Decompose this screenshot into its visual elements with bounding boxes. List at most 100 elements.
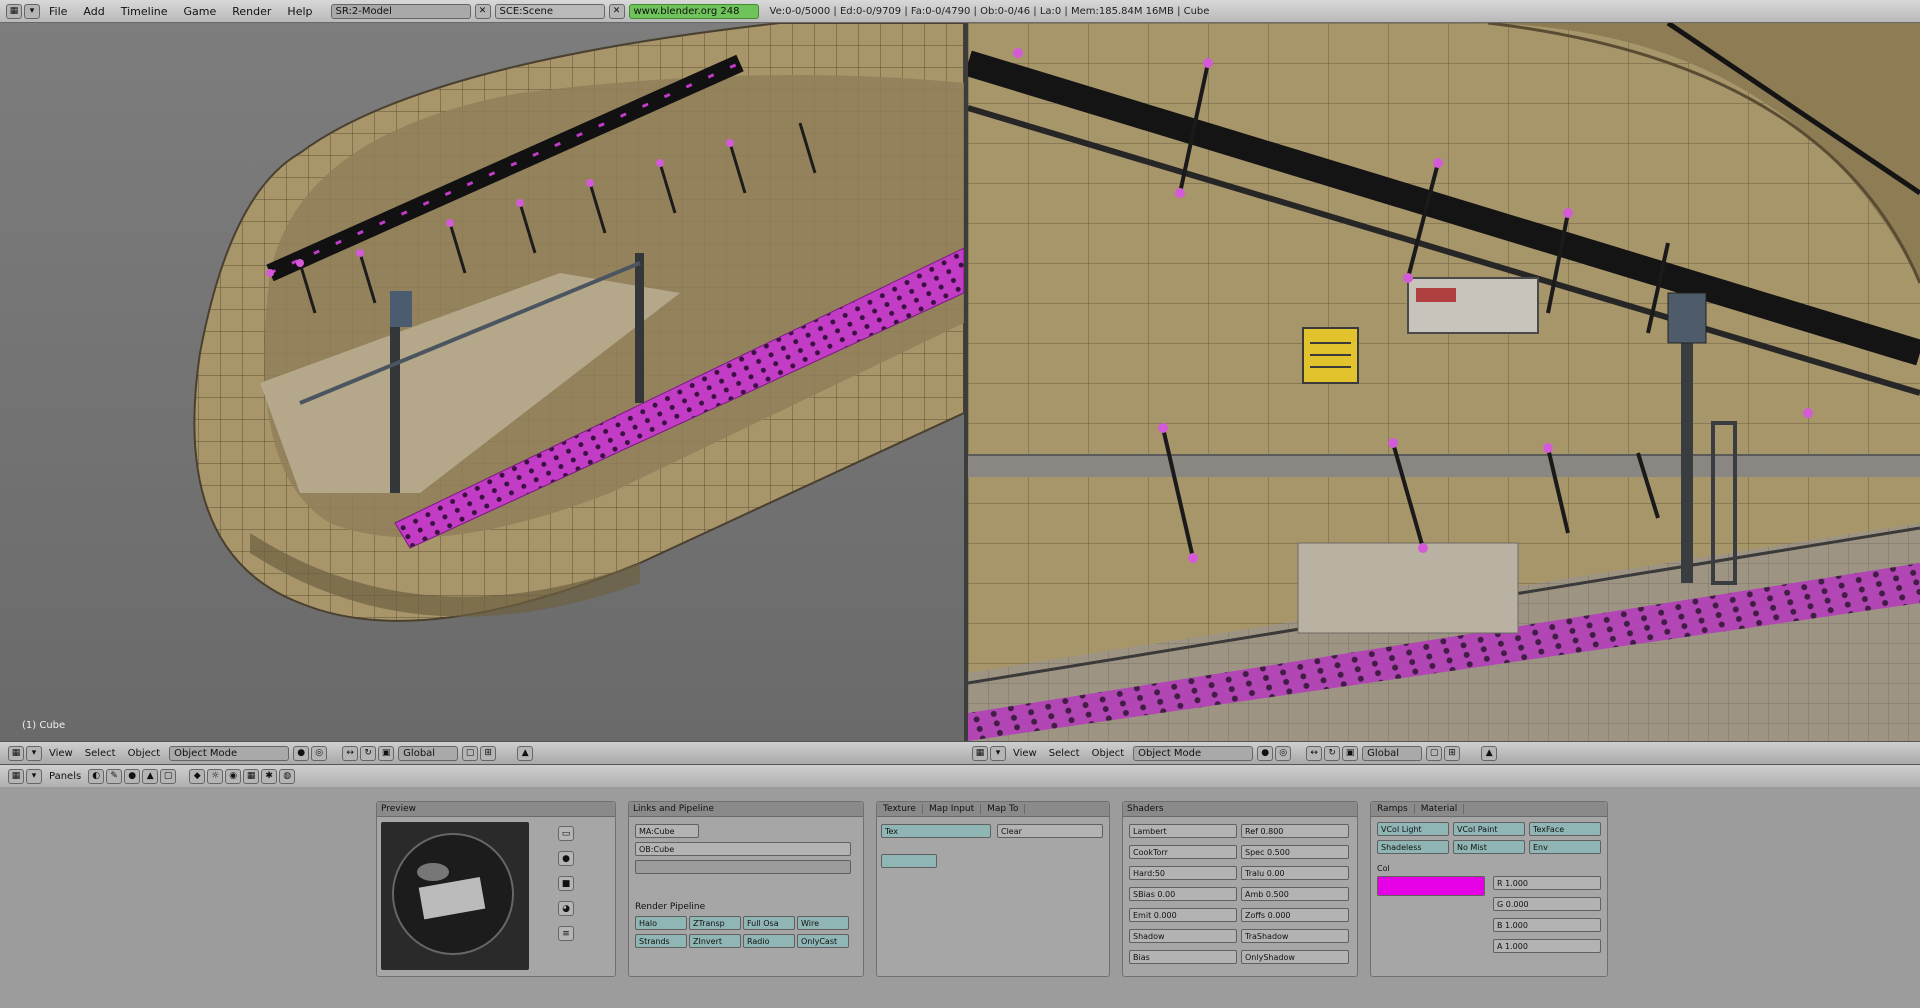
world-icon[interactable]: ◍ [279,768,296,784]
pipeline-button-strands[interactable]: Strands [635,934,687,948]
screen-selector[interactable]: SR:2-Model [330,3,471,19]
orientation-selector[interactable]: Global [398,745,459,761]
material-link-field[interactable]: MA:Cube [635,824,699,838]
shader-field-6[interactable]: SBias 0.00 [1129,887,1237,901]
rotate-icon[interactable]: ↻ [360,745,377,761]
color-swatch[interactable] [1377,876,1485,896]
lock-icon[interactable]: ⊞ [1444,745,1461,761]
material-field-0[interactable]: VCol Light [1377,822,1449,836]
scene-close-icon[interactable]: ✕ [608,3,625,19]
manipulator-icon[interactable]: ↔ [1306,745,1323,761]
draw-type-icon[interactable]: ● [1257,745,1274,761]
render-icon[interactable]: ▲ [517,745,534,761]
draw-type-icon[interactable]: ● [293,745,310,761]
shader-field-12[interactable]: Bias [1129,950,1237,964]
shader-field-3[interactable]: Spec 0.500 [1241,845,1349,859]
mode-selector[interactable]: Object Mode [1133,745,1254,761]
manipulator-icon[interactable]: ↔ [342,745,359,761]
material-field-3[interactable]: Shadeless [1377,840,1449,854]
screen-close-icon[interactable]: ✕ [474,3,491,19]
menu-render[interactable]: Render [224,5,279,18]
material-field-8[interactable]: B 1.000 [1493,918,1601,932]
tab-texture[interactable]: Texture [877,804,923,814]
shader-field-5[interactable]: Tralu 0.00 [1241,866,1349,880]
menu-help[interactable]: Help [279,5,320,18]
tab-map-to[interactable]: Map To [981,804,1026,814]
pipeline-button-radio[interactable]: Radio [743,934,795,948]
links-pipeline-header[interactable]: Links and Pipeline [629,802,863,817]
render-icon[interactable]: ▲ [1481,745,1498,761]
collapse-menu-icon[interactable]: ▾ [24,3,40,19]
menu-object[interactable]: Object [122,748,167,759]
collapse-menu-icon[interactable]: ▾ [26,768,42,784]
shader-field-1[interactable]: Ref 0.800 [1241,824,1349,838]
texture-icon[interactable]: ▦ [243,768,260,784]
rotate-icon[interactable]: ↻ [1324,745,1341,761]
scene-icon[interactable]: ◆ [189,768,206,784]
script-icon[interactable]: ✎ [106,768,123,784]
menu-game[interactable]: Game [176,5,225,18]
shader-field-10[interactable]: Shadow [1129,929,1237,943]
pipeline-button-full-osa[interactable]: Full Osa [743,916,795,930]
left-3d-viewport[interactable]: (1) Cube [0,23,964,741]
panels-menu[interactable]: Panels [43,771,87,782]
lock-icon[interactable]: ⊞ [480,745,497,761]
collapse-menu-icon[interactable]: ▾ [990,745,1006,761]
material-field-4[interactable]: No Mist [1453,840,1525,854]
menu-view[interactable]: View [1007,748,1043,759]
preview-sphere-icon[interactable]: ● [558,851,574,866]
menu-timeline[interactable]: Timeline [113,5,176,18]
file-link-field[interactable]: www.blender.org 248 [628,3,759,19]
menu-view[interactable]: View [43,748,79,759]
editing-icon[interactable]: ▢ [160,768,177,784]
shader-field-11[interactable]: TraShadow [1241,929,1349,943]
pivot-icon[interactable]: ◎ [311,745,328,761]
material-field-7[interactable]: G 0.000 [1493,897,1601,911]
shading-icon[interactable]: ● [124,768,141,784]
logic-icon[interactable]: ◐ [88,768,105,784]
preview-monkey-icon[interactable]: ◕ [558,901,574,916]
layer-icon[interactable]: ▢ [1426,745,1443,761]
menu-object[interactable]: Object [1086,748,1131,759]
shader-field-2[interactable]: CookTorr [1129,845,1237,859]
layer-icon[interactable]: ▢ [462,745,479,761]
preview-panel-header[interactable]: Preview [377,802,615,817]
radio-icon[interactable]: ✱ [261,768,278,784]
menu-select[interactable]: Select [1043,748,1086,759]
pipeline-button-zinvert[interactable]: ZInvert [689,934,741,948]
shader-field-8[interactable]: Emit 0.000 [1129,908,1237,922]
collapse-menu-icon[interactable]: ▾ [26,745,42,761]
window-type-icon[interactable]: ▦ [8,745,24,761]
material-field-5[interactable]: Env [1529,840,1601,854]
pipeline-button-onlycast[interactable]: OnlyCast [797,934,849,948]
object-icon[interactable]: ▲ [142,768,159,784]
preview-hair-icon[interactable]: ≡ [558,926,574,941]
shader-field-13[interactable]: OnlyShadow [1241,950,1349,964]
material-field-2[interactable]: TexFace [1529,822,1601,836]
shader-field-9[interactable]: Zoffs 0.000 [1241,908,1349,922]
object-link-field[interactable]: OB:Cube [635,842,851,856]
pipeline-button-wire[interactable]: Wire [797,916,849,930]
texture-clear-button[interactable]: Clear [997,824,1103,838]
window-type-icon[interactable]: ▦ [6,3,22,19]
shader-field-4[interactable]: Hard:50 [1129,866,1237,880]
shader-field-7[interactable]: Amb 0.500 [1241,887,1349,901]
tab-material[interactable]: Material [1415,804,1465,814]
tab-ramps[interactable]: Ramps [1371,804,1415,814]
mode-selector[interactable]: Object Mode [169,745,290,761]
menu-file[interactable]: File [41,5,75,18]
scale-icon[interactable]: ▣ [378,745,395,761]
material-field-6[interactable]: R 1.000 [1493,876,1601,890]
window-type-icon[interactable]: ▦ [8,768,24,784]
material-number-field[interactable] [635,860,851,874]
pivot-icon[interactable]: ◎ [1275,745,1292,761]
preview-cube-icon[interactable]: ■ [558,876,574,891]
shader-field-0[interactable]: Lambert [1129,824,1237,838]
material-field-1[interactable]: VCol Paint [1453,822,1525,836]
shaders-panel-header[interactable]: Shaders [1123,802,1357,817]
texture-channel-field[interactable]: Tex [881,824,991,838]
pipeline-button-halo[interactable]: Halo [635,916,687,930]
lamp-icon[interactable]: ☼ [207,768,224,784]
menu-select[interactable]: Select [79,748,122,759]
material-icon[interactable]: ◉ [225,768,242,784]
